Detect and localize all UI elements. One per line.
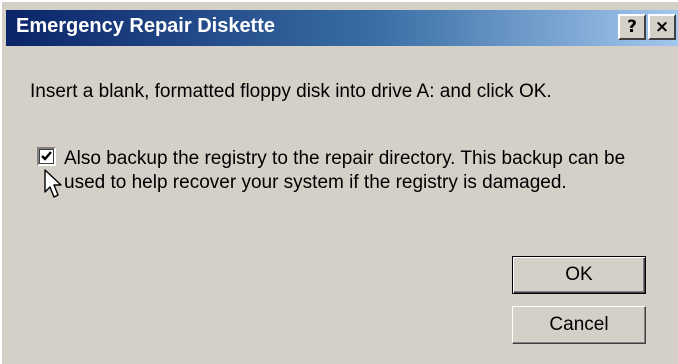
instruction-message: Insert a blank, formatted floppy disk in…	[30, 81, 552, 102]
window-title: Emergency Repair Diskette	[16, 15, 276, 37]
cancel-button[interactable]: Cancel	[512, 306, 646, 344]
backup-registry-checkbox[interactable]	[37, 147, 56, 166]
close-button[interactable]: ×	[648, 14, 676, 40]
help-button[interactable]: ?	[618, 14, 646, 40]
ok-button[interactable]: OK	[512, 256, 646, 294]
backup-registry-label[interactable]: Also backup the registry to the repair d…	[64, 147, 654, 195]
dialog-window: Emergency Repair Diskette ? × Insert a b…	[0, 0, 678, 364]
checkmark-icon	[41, 151, 52, 161]
title-bar[interactable]: Emergency Repair Diskette ? ×	[6, 10, 678, 46]
arrow-cursor-icon	[44, 169, 62, 198]
